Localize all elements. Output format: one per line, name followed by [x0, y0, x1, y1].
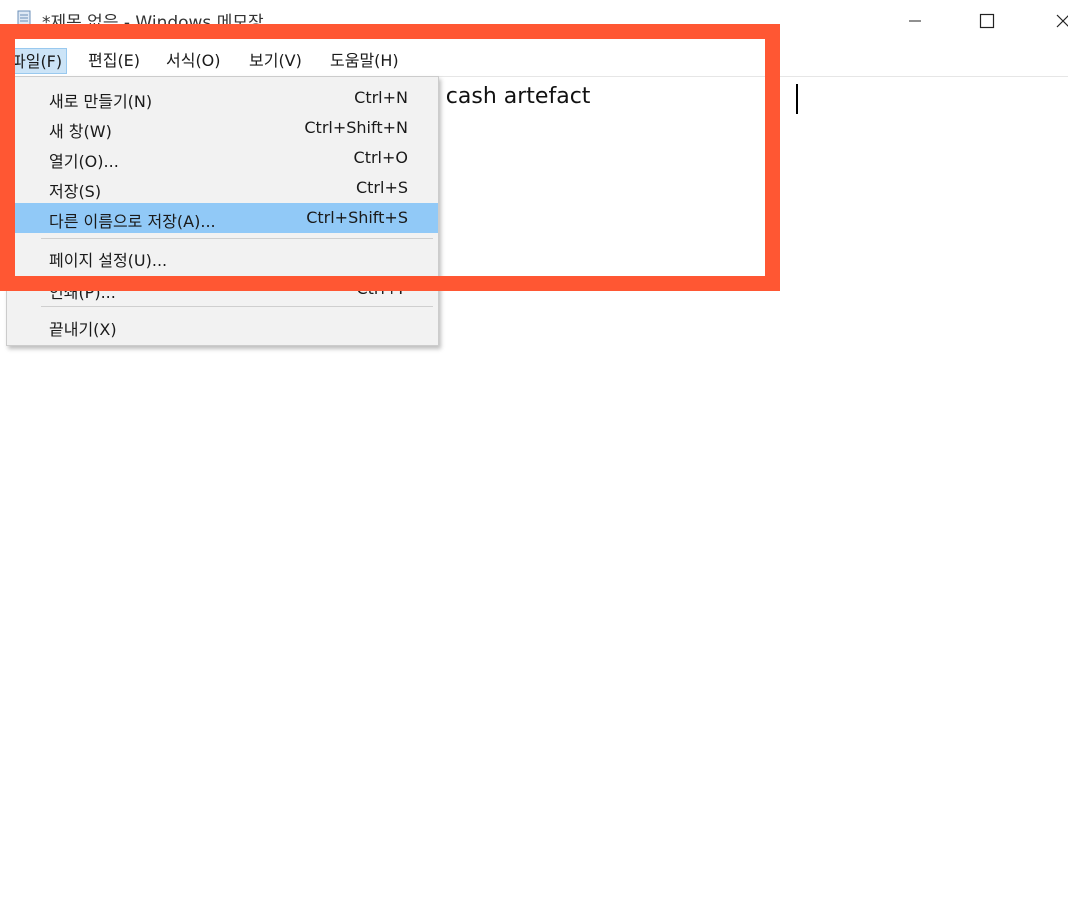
menu-item-exit[interactable]: 끝내기(X): [7, 311, 438, 341]
text-caret: [796, 84, 798, 114]
close-button[interactable]: [1040, 4, 1068, 38]
maximize-icon: [979, 13, 995, 29]
menu-item-label: 끝내기(X): [49, 320, 117, 339]
minimize-button[interactable]: [892, 4, 938, 38]
close-icon: [1056, 14, 1068, 28]
menu-separator: [41, 306, 433, 307]
minimize-icon: [909, 20, 921, 22]
maximize-button[interactable]: [964, 4, 1010, 38]
annotation-highlight-box: [0, 24, 780, 291]
